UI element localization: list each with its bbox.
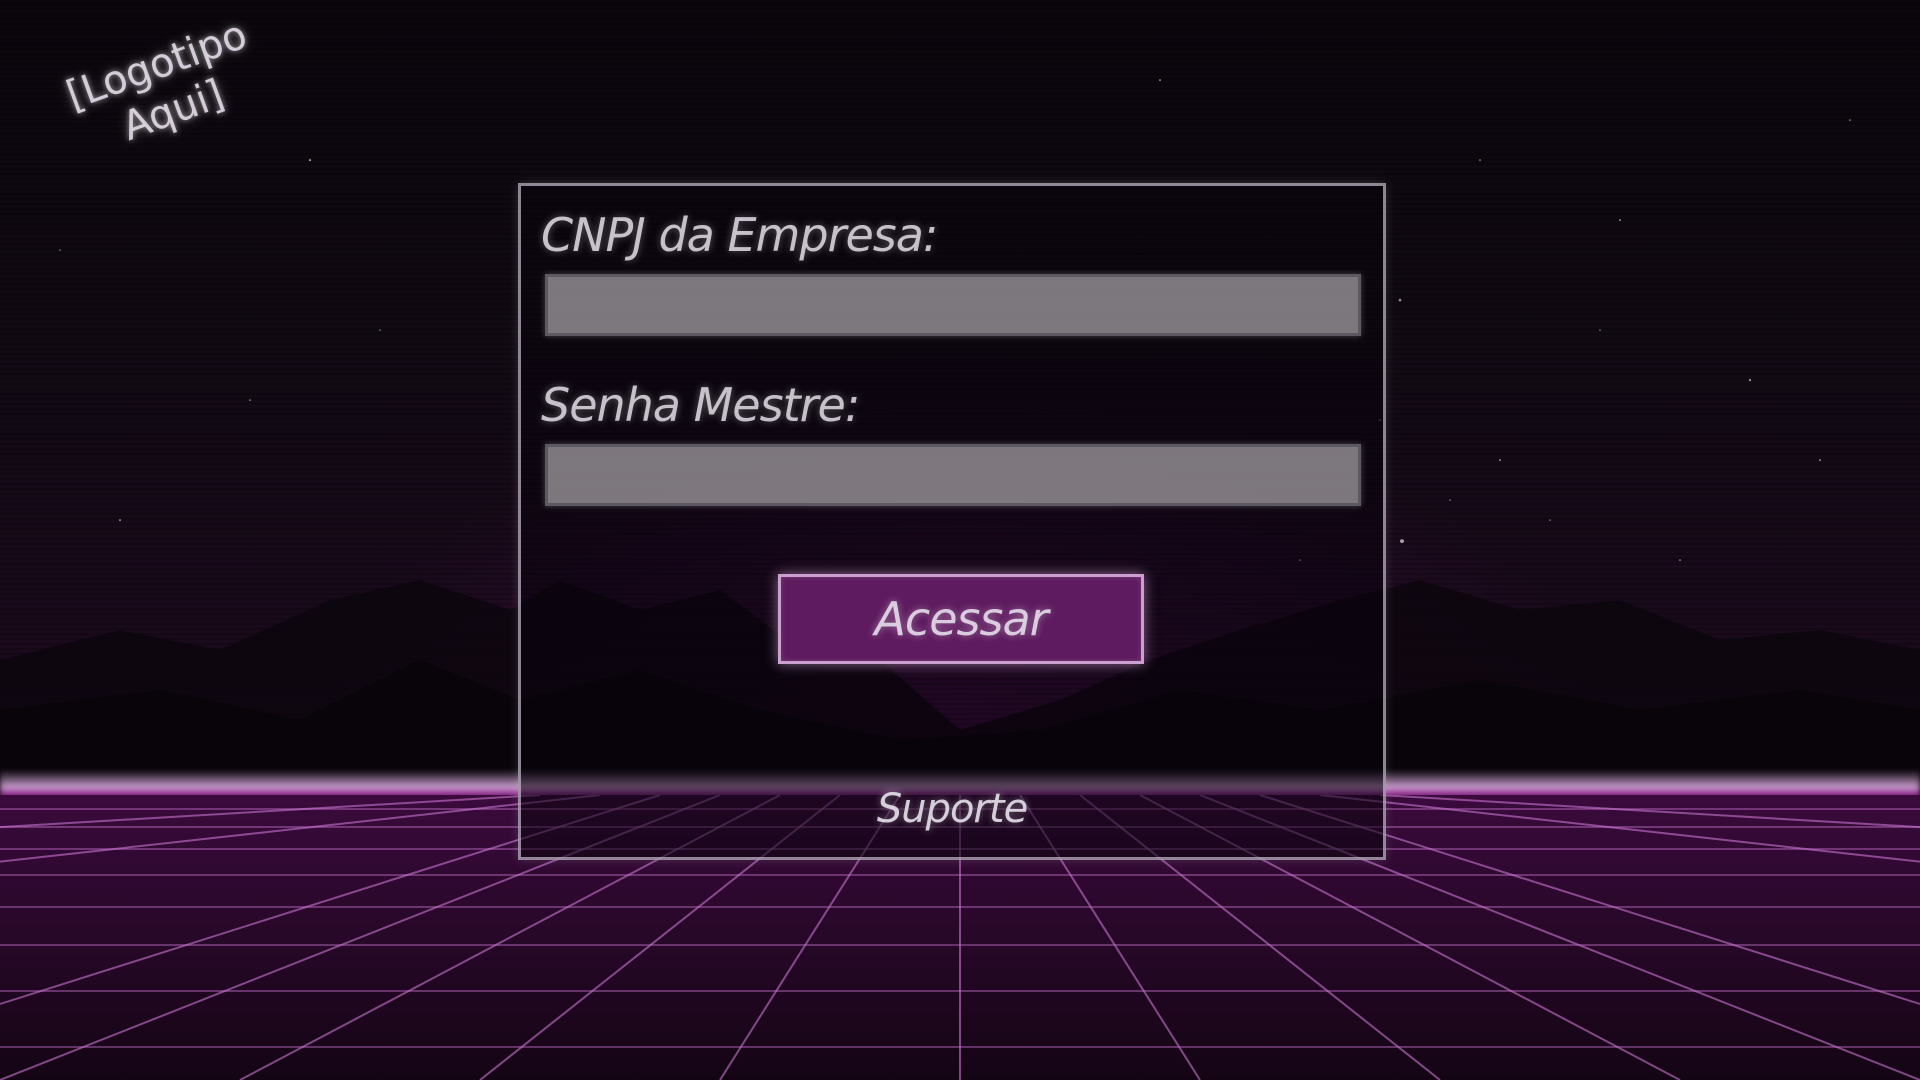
login-panel: CNPJ da Empresa: Senha Mestre: Acessar S… xyxy=(518,183,1386,860)
password-label: Senha Mestre: xyxy=(541,378,860,432)
cnpj-input[interactable] xyxy=(545,274,1361,336)
access-button[interactable]: Acessar xyxy=(778,574,1144,664)
password-input[interactable] xyxy=(545,444,1361,506)
cnpj-label: CNPJ da Empresa: xyxy=(541,208,938,262)
support-link[interactable]: Suporte xyxy=(521,786,1383,832)
